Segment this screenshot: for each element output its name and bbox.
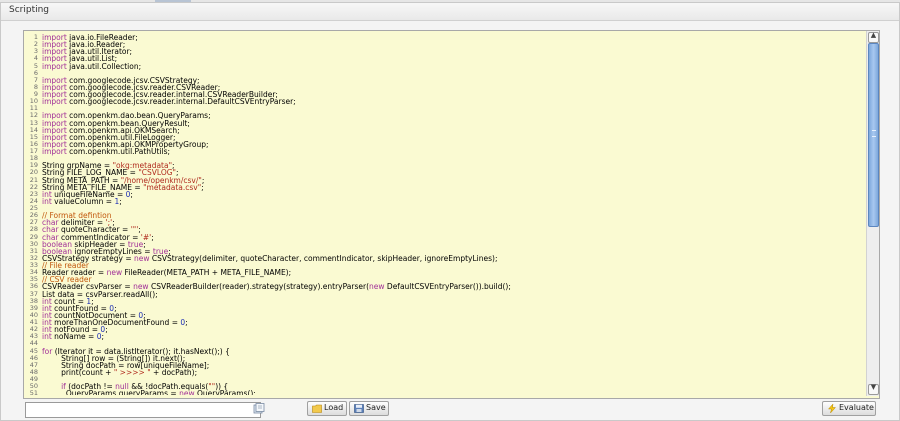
file-path-input[interactable] xyxy=(25,402,261,418)
line-content: QueryParams queryParams = new QueryParam… xyxy=(42,390,256,395)
code-line[interactable]: 3 import java.util.Iterator; xyxy=(24,48,864,56)
evaluate-button-label: Evaluate xyxy=(839,403,874,412)
code-line[interactable]: 37 List data = csvParser.readAll(); xyxy=(24,290,864,298)
code-line[interactable]: 24 int valueColumn = 1; xyxy=(24,197,864,206)
save-button[interactable]: Save xyxy=(349,401,389,416)
line-content: import com.googlecode.jcsv.reader.intern… xyxy=(42,98,296,106)
code-line[interactable]: 51 QueryParams queryParams = new QueryPa… xyxy=(24,390,864,395)
code-line[interactable]: 43 int noName = 0; xyxy=(24,333,864,341)
grip-icon xyxy=(872,130,876,137)
line-content: import java.util.Collection; xyxy=(42,62,141,70)
scroll-down-button[interactable]: ▼ xyxy=(868,383,879,395)
chevron-down-icon: ▼ xyxy=(870,383,877,391)
folder-icon xyxy=(312,404,322,413)
save-icon xyxy=(354,404,364,413)
code-line[interactable]: 1 import java.io.FileReader; xyxy=(24,34,864,41)
code-line[interactable]: 32 CSVStrategy strategy = new CSVStrategy… xyxy=(24,254,864,263)
code-line[interactable]: 39 int countFound = 0; xyxy=(24,304,864,312)
line-content: int noName = 0; xyxy=(42,333,104,341)
line-number: 51 xyxy=(29,389,38,395)
scripting-panel: Scripting 1 import java.io.FileReader; 2 im… xyxy=(0,2,900,421)
code-line[interactable]: 5 import java.util.Collection; xyxy=(24,62,864,70)
code-line[interactable]: 38 int count = 1; xyxy=(24,297,864,305)
code-line[interactable]: 2 import java.io.Reader; xyxy=(24,40,864,48)
code-area[interactable]: 1 import java.io.FileReader; 2 import java.… xyxy=(24,34,864,395)
chevron-up-icon: ▲ xyxy=(870,31,877,39)
code-line[interactable]: 17 import com.openkm.util.PathUtils; xyxy=(24,147,864,156)
code-line[interactable]: 34 Reader reader = new FileReader(META_PA… xyxy=(24,268,864,276)
code-line[interactable]: 26// Format defintion xyxy=(24,211,864,219)
save-button-label: Save xyxy=(366,403,386,412)
code-line[interactable]: 27 char delimiter = ';'; xyxy=(24,219,864,227)
clip-icon[interactable] xyxy=(253,403,265,414)
code-line[interactable]: 29 char commentIndicator = '#'; xyxy=(24,233,864,241)
code-line[interactable]: 22 String META_FILE_NAME = "metadata.csv"… xyxy=(24,183,864,191)
line-content: print(count + " >>>> " + docPath); xyxy=(42,369,197,377)
code-line[interactable]: 23 int uniqueFileName = 0; xyxy=(24,190,864,198)
panel-title: Scripting xyxy=(9,5,50,15)
code-line[interactable]: 25 xyxy=(24,204,864,212)
line-content: int valueColumn = 1; xyxy=(42,198,122,206)
code-token: QueryParams(); xyxy=(194,389,256,395)
panel-header: Scripting xyxy=(1,3,899,21)
lightning-icon xyxy=(827,404,837,413)
bottom-toolbar: Load Save Evaluate xyxy=(23,401,879,418)
code-token: QueryParams queryParams = xyxy=(42,389,180,395)
code-line[interactable]: 48 print(count + " >>>> " + docPath); xyxy=(24,368,864,377)
vertical-scrollbar[interactable]: ▲ ▼ xyxy=(866,31,879,396)
panel-body: 1 import java.io.FileReader; 2 import java.… xyxy=(1,21,899,420)
code-line[interactable]: 10 import com.googlecode.jcsv.reader.inte… xyxy=(24,97,864,106)
evaluate-button[interactable]: Evaluate xyxy=(822,401,876,416)
load-button-label: Load xyxy=(324,403,344,412)
code-line[interactable]: 42 int notFound = 0; xyxy=(24,325,864,333)
code-line[interactable]: 4 import java.util.List; xyxy=(24,55,864,63)
line-content: import com.openkm.util.PathUtils; xyxy=(42,148,170,156)
code-token: new xyxy=(179,389,195,395)
load-button[interactable]: Load xyxy=(307,401,347,416)
code-line[interactable]: 41 int moreThanOneDocumentFound = 0; xyxy=(24,318,864,326)
scroll-thumb[interactable] xyxy=(868,43,879,227)
code-editor[interactable]: 1 import java.io.FileReader; 2 import java.… xyxy=(23,30,880,399)
scroll-up-button[interactable]: ▲ xyxy=(868,31,879,43)
line-content: CSVStrategy strategy = new CSVStrategy(d… xyxy=(42,255,497,263)
